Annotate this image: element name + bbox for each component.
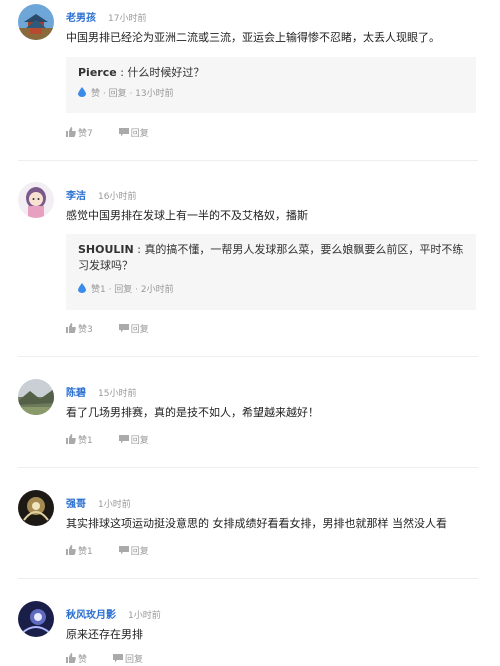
reply-content: SHOULIN : 真的搞不懂，一帮男人发球那么菜，要么娘飘要么前区，平时不练习… — [78, 242, 464, 274]
thumbs-up-icon — [66, 653, 76, 663]
reply-separator: : — [133, 243, 145, 256]
reply-label: 回复 — [130, 436, 149, 446]
user-avatar[interactable] — [18, 4, 54, 40]
reply-box: Pierce : 什么时候好过？ 赞 · 回复 · 13小时前 — [66, 57, 476, 113]
divider — [18, 578, 478, 579]
dark-art-avatar-icon — [18, 490, 54, 526]
reply-box: SHOULIN : 真的搞不懂，一帮男人发球那么菜，要么娘飘要么前区，平时不练习… — [66, 234, 476, 310]
comment-list: 老男孩 17小时前 中国男排已经沦为亚洲二流或三流，亚运会上输得惨不忍睹，太丢人现… — [0, 0, 500, 665]
chat-bubble-icon — [118, 435, 129, 444]
comment-meta: 李洁 16小时前 — [66, 186, 136, 202]
user-avatar[interactable] — [18, 490, 54, 526]
reply-text: 什么时候好过？ — [127, 66, 205, 79]
like-button[interactable]: 赞1 — [66, 434, 93, 447]
like-button[interactable]: 赞7 — [66, 127, 93, 140]
like-button[interactable]: 赞 — [66, 653, 87, 666]
user-avatar[interactable] — [18, 601, 54, 637]
comment-actions: 赞 回复 — [66, 653, 143, 665]
like-button[interactable]: 赞3 — [66, 323, 93, 336]
thumbs-up-icon — [66, 545, 76, 555]
divider — [18, 356, 478, 357]
comment-text: 看了几场男排赛，真的是技不如人，希望越来越好！ — [66, 406, 319, 419]
water-drop-icon — [78, 87, 86, 97]
comment-text: 感觉中国男排在发球上有一半的不及艾格奴，播斯 — [66, 209, 308, 222]
comment-text: 其实排球这项运动挺没意思的 女排成绩好看看女排，男排也就那样 当然没人看 — [66, 517, 447, 530]
reply-username[interactable]: Pierce — [78, 66, 117, 79]
chat-bubble-icon — [118, 546, 129, 555]
thumbs-up-icon — [66, 323, 76, 333]
comment-time: 17小时前 — [108, 14, 147, 24]
reply-label: 回复 — [125, 655, 144, 665]
like-count: 赞1 — [78, 436, 93, 446]
temple-avatar-icon — [18, 4, 54, 40]
reply-button[interactable]: 回复 — [118, 434, 149, 447]
like-count: 赞1 — [78, 547, 93, 557]
reply-username[interactable]: SHOULIN — [78, 243, 134, 256]
thumbs-up-icon — [66, 434, 76, 444]
reply-label: 回复 — [130, 325, 149, 335]
comment-time: 16小时前 — [98, 192, 137, 202]
comment-actions: 赞1 回复 — [66, 545, 149, 557]
anime-avatar-icon — [18, 601, 54, 637]
username[interactable]: 强哥 — [66, 499, 86, 510]
reply-button[interactable]: 回复 — [113, 653, 143, 666]
divider — [18, 467, 478, 468]
like-count: 赞3 — [78, 325, 93, 335]
username[interactable]: 陈碧 — [66, 388, 86, 399]
like-count: 赞 — [78, 655, 88, 665]
reply-meta-text[interactable]: 赞 · 回复 · 13小时前 — [91, 89, 174, 99]
user-avatar[interactable] — [18, 379, 54, 415]
comment-text: 中国男排已经沦为亚洲二流或三流，亚运会上输得惨不忍睹，太丢人现眼了。 — [66, 31, 440, 44]
comment-meta: 强哥 1小时前 — [66, 494, 131, 510]
comment-actions: 赞3 回复 — [66, 323, 149, 335]
cartoon-girl-avatar-icon — [18, 182, 54, 218]
reply-button[interactable]: 回复 — [118, 323, 149, 336]
like-count: 赞7 — [78, 129, 93, 139]
comment-time: 1小时前 — [98, 500, 131, 510]
reply-button[interactable]: 回复 — [118, 127, 149, 140]
user-avatar[interactable] — [18, 182, 54, 218]
reply-meta-text[interactable]: 赞1 · 回复 · 2小时前 — [91, 285, 174, 295]
chat-bubble-icon — [113, 654, 124, 663]
like-button[interactable]: 赞1 — [66, 545, 93, 558]
username[interactable]: 李洁 — [66, 191, 86, 202]
username[interactable]: 秋风玫月影 — [66, 610, 116, 621]
comment-actions: 赞1 回复 — [66, 434, 149, 446]
landscape-avatar-icon — [18, 379, 54, 415]
chat-bubble-icon — [118, 324, 129, 333]
comment-time: 1小时前 — [128, 611, 161, 621]
reply-label: 回复 — [130, 129, 149, 139]
comment-meta: 老男孩 17小时前 — [66, 8, 146, 24]
chat-bubble-icon — [118, 128, 129, 137]
water-drop-icon — [78, 283, 86, 293]
comment-time: 15小时前 — [98, 389, 137, 399]
reply-button[interactable]: 回复 — [118, 545, 149, 558]
comment-meta: 秋风玫月影 1小时前 — [66, 605, 161, 621]
reply-separator: : — [116, 66, 128, 79]
comment-text: 原来还存在男排 — [66, 628, 143, 641]
username[interactable]: 老男孩 — [66, 13, 96, 24]
thumbs-up-icon — [66, 127, 76, 137]
divider — [18, 160, 478, 161]
comment-actions: 赞7 回复 — [66, 127, 149, 139]
reply-content: Pierce : 什么时候好过？ — [78, 65, 464, 81]
comment-meta: 陈碧 15小时前 — [66, 383, 136, 399]
reply-meta: 赞 · 回复 · 13小时前 — [78, 87, 174, 100]
reply-label: 回复 — [130, 547, 149, 557]
reply-meta: 赞1 · 回复 · 2小时前 — [78, 283, 174, 296]
